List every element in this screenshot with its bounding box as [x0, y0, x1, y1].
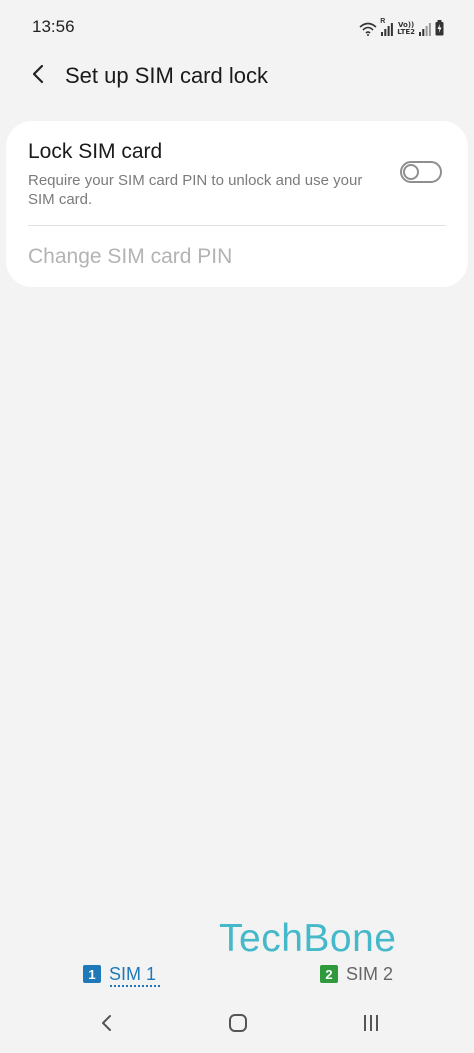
change-sim-card-pin-label: Change SIM card PIN [28, 245, 233, 268]
status-bar: 13:56 R Vo)) LTE2 [0, 0, 474, 52]
status-icons: R Vo)) LTE2 [359, 16, 444, 36]
nav-back-button[interactable] [86, 1010, 126, 1040]
lock-sim-card-description: Require your SIM card PIN to unlock and … [28, 172, 363, 208]
toggle-knob [403, 164, 419, 180]
signal-icon [419, 22, 431, 36]
nav-home-icon [227, 1012, 249, 1039]
signal-icon: R [380, 18, 394, 36]
nav-recents-icon [361, 1014, 381, 1037]
lock-sim-card-toggle[interactable] [400, 161, 442, 183]
nav-back-icon [100, 1013, 112, 1038]
settings-card: Lock SIM card Require your SIM card PIN … [6, 121, 468, 287]
sim1-label: SIM 1 [109, 963, 157, 984]
navigation-bar [0, 1000, 474, 1053]
back-button[interactable] [22, 60, 54, 92]
sim2-label: SIM 2 [346, 963, 394, 984]
sim2-badge-icon: 2 [320, 965, 338, 983]
sim2-tab[interactable]: 2 SIM 2 [320, 959, 393, 989]
status-time: 13:56 [32, 17, 75, 36]
nav-recents-button[interactable] [351, 1010, 391, 1040]
sim1-badge-icon: 1 [83, 965, 101, 983]
nav-home-button[interactable] [218, 1010, 258, 1040]
page-title: Set up SIM card lock [65, 63, 268, 88]
sim1-selected-indicator [110, 985, 160, 987]
back-arrow-icon [31, 64, 45, 89]
lock-sim-card-row[interactable]: Lock SIM card Require your SIM card PIN … [6, 121, 468, 225]
volte-lte2-icon: Vo)) LTE2 [397, 22, 415, 36]
watermark-logo: TechBone [219, 917, 397, 960]
volte-bottom-text: LTE2 [397, 28, 415, 36]
change-sim-card-pin-row: Change SIM card PIN [6, 226, 468, 287]
battery-charging-icon [435, 20, 444, 36]
roaming-mark: R [380, 18, 386, 25]
lock-sim-card-title: Lock SIM card [28, 140, 163, 163]
wifi-icon [359, 22, 377, 36]
header: Set up SIM card lock [0, 52, 474, 98]
